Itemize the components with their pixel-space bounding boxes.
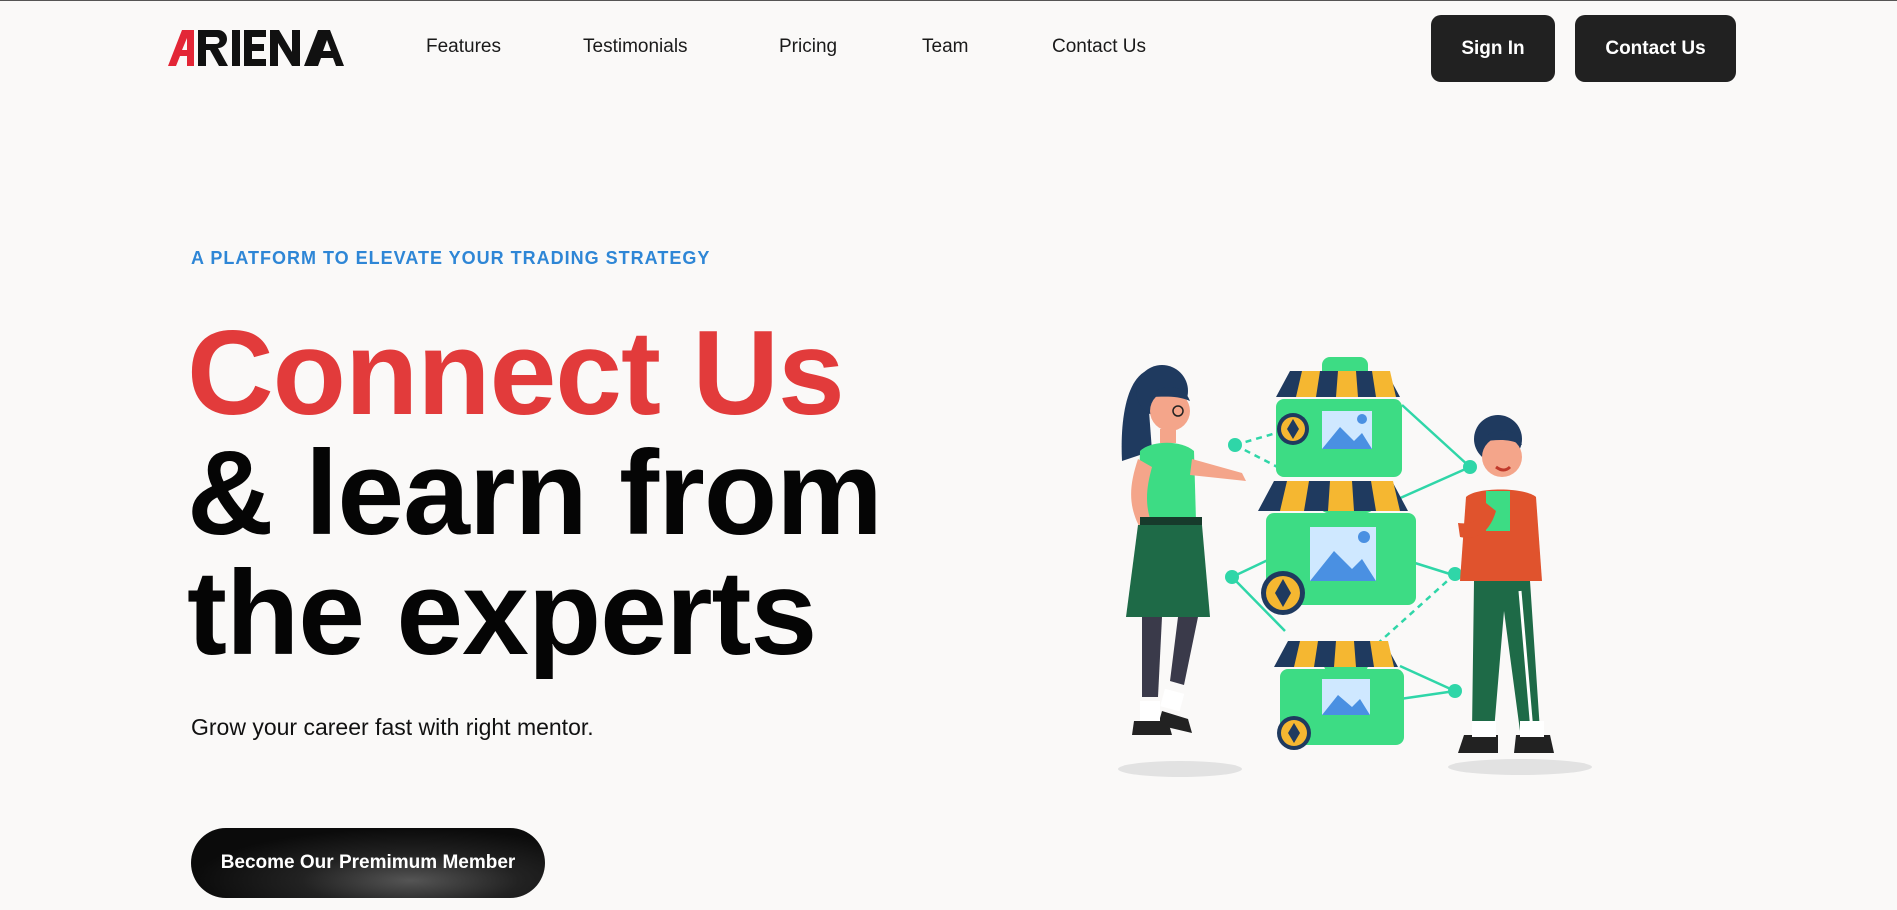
- hero-subtext: Grow your career fast with right mentor.: [191, 714, 594, 740]
- contact-us-button[interactable]: Contact Us: [1575, 15, 1736, 82]
- site-header: Features Testimonials Pricing Team Conta…: [0, 1, 1897, 97]
- arena-logo[interactable]: [168, 30, 344, 66]
- nav-pricing[interactable]: Pricing: [779, 34, 837, 60]
- arena-logo-mark: [168, 30, 344, 66]
- headline-line-3: the experts: [187, 546, 817, 680]
- hero-headline: Connect Us & learn from the experts: [187, 306, 883, 680]
- shadow-right: [1448, 759, 1592, 775]
- shop-bottom: [1274, 641, 1404, 750]
- marketplace-people-illustration: [1100, 341, 1620, 791]
- nav-contact-us[interactable]: Contact Us: [1052, 34, 1146, 60]
- nav-features[interactable]: Features: [426, 34, 501, 60]
- illustration-svg: [1118, 357, 1592, 777]
- shadow-left: [1118, 761, 1242, 777]
- woman-figure: [1121, 365, 1246, 735]
- nav-testimonials[interactable]: Testimonials: [583, 34, 688, 60]
- shop-top: [1276, 357, 1402, 477]
- premium-member-button[interactable]: Become Our Premimum Member: [191, 828, 545, 898]
- shop-middle: [1258, 481, 1416, 615]
- headline-line-2: & learn from: [187, 426, 883, 560]
- sign-in-button[interactable]: Sign In: [1431, 15, 1555, 82]
- headline-line-1: Connect Us: [187, 306, 845, 440]
- nav-team[interactable]: Team: [922, 34, 968, 60]
- hero-kicker: A PLATFORM TO ELEVATE YOUR TRADING STRAT…: [191, 248, 711, 268]
